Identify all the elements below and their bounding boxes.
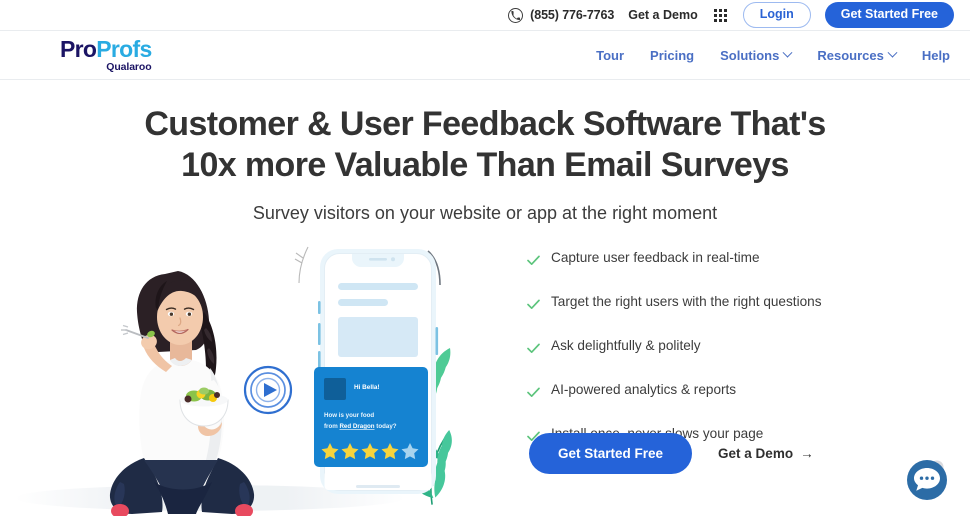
check-icon bbox=[527, 385, 540, 403]
arrow-right-icon: → bbox=[800, 445, 814, 461]
get-started-free-button-top[interactable]: Get Started Free bbox=[824, 2, 954, 28]
hero-subheadline: Survey visitors on your website or app a… bbox=[252, 202, 718, 223]
survey-widget-card: Hi Bella! How is your food from Red Drag… bbox=[314, 366, 428, 467]
nav-item-tour[interactable]: Tour bbox=[596, 48, 624, 63]
hero-body: Hi Bella! How is your food from Red Drag… bbox=[0, 240, 970, 516]
phone-contact[interactable]: (855) 776-7763 bbox=[508, 7, 615, 23]
get-a-demo-link-hero[interactable]: Get a Demo → bbox=[718, 446, 814, 461]
nav-label: Tour bbox=[596, 47, 625, 63]
logo-text-profs: Profs bbox=[96, 35, 152, 62]
hero-illustration: Hi Bella! How is your food from Red Drag… bbox=[0, 240, 500, 516]
proprofs-qualaroo-logo[interactable]: ProProfs Qualaroo bbox=[60, 35, 152, 73]
page-root: (855) 776-7763 Get a Demo Login Get Star… bbox=[0, 0, 970, 516]
nav-item-help[interactable]: Help bbox=[922, 48, 950, 63]
feature-text: Capture user feedback in real-time bbox=[551, 249, 760, 265]
nav-item-resources[interactable]: Resources bbox=[817, 47, 898, 63]
headline-line-1: Customer & User Feedback Software That's bbox=[144, 105, 826, 143]
phone-number: (855) 776-7763 bbox=[530, 8, 615, 22]
nav-label: Solutions bbox=[720, 47, 780, 63]
get-a-demo-link-top[interactable]: Get a Demo bbox=[628, 8, 697, 22]
list-item: Capture user feedback in real-time bbox=[527, 250, 857, 271]
hero-cta-row: Get Started Free Get a Demo → bbox=[529, 432, 814, 474]
widget-greeting: Hi Bella! bbox=[354, 384, 380, 391]
feature-text: Ask delightfully & politely bbox=[551, 337, 701, 353]
page-title: Customer & User Feedback Software That's… bbox=[0, 104, 970, 186]
list-item: Ask delightfully & politely bbox=[527, 338, 857, 359]
nav-label: Help bbox=[921, 47, 950, 63]
feature-text: AI-powered analytics & reports bbox=[551, 381, 737, 397]
list-item: Target the right users with the right qu… bbox=[527, 294, 857, 315]
logo-subtext-qualaroo: Qualaroo bbox=[106, 60, 152, 73]
hero-illustration-svg: Hi Bella! How is your food from Red Drag… bbox=[15, 246, 452, 516]
get-started-free-button-hero[interactable]: Get Started Free bbox=[529, 432, 693, 474]
check-icon bbox=[527, 297, 540, 315]
feature-text: Target the right users with the right qu… bbox=[551, 293, 822, 309]
widget-question-line2: from Red Dragon today? bbox=[324, 423, 397, 430]
headline-line-2: 10x more Valuable Than Email Surveys bbox=[181, 145, 789, 184]
woman-eating-salad-illustration bbox=[109, 270, 255, 516]
demo-link-label: Get a Demo bbox=[718, 445, 794, 461]
nav-label: Resources bbox=[817, 47, 884, 63]
apps-grid-icon[interactable] bbox=[713, 8, 727, 22]
nav-item-solutions[interactable]: Solutions bbox=[720, 47, 793, 63]
check-icon bbox=[527, 253, 540, 271]
chevron-down-icon bbox=[782, 47, 793, 58]
logo-text-pro: Pro bbox=[60, 35, 97, 62]
login-button[interactable]: Login bbox=[742, 2, 811, 28]
check-icon bbox=[527, 341, 540, 359]
widget-question-line1: How is your food bbox=[324, 412, 374, 419]
main-navbar: ProProfs Qualaroo Tour Pricing Solutions… bbox=[0, 31, 970, 80]
sketch-marks bbox=[294, 246, 309, 283]
utility-bar: (855) 776-7763 Get a Demo Login Get Star… bbox=[0, 0, 970, 31]
nav-label: Pricing bbox=[650, 47, 695, 63]
nav-item-pricing[interactable]: Pricing bbox=[650, 48, 694, 63]
phone-mockup: Hi Bella! How is your food from Red Drag… bbox=[294, 246, 441, 494]
phone-handset-icon bbox=[508, 7, 524, 23]
play-button bbox=[243, 365, 293, 414]
chevron-down-icon bbox=[887, 47, 898, 58]
chat-widget-button[interactable] bbox=[903, 454, 953, 504]
list-item: AI-powered analytics & reports bbox=[527, 382, 857, 403]
nav-links: Tour Pricing Solutions Resources Help bbox=[596, 47, 954, 63]
hero-section: Customer & User Feedback Software That's… bbox=[0, 80, 970, 516]
